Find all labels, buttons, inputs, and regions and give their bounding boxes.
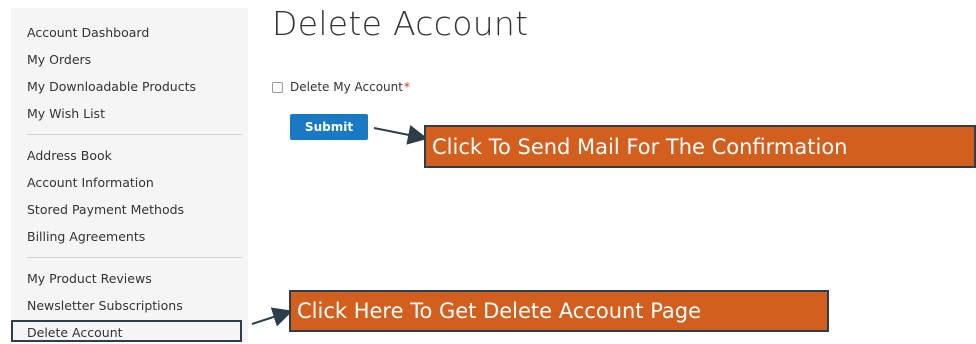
- submit-callout: Click To Send Mail For The Confirmation: [424, 125, 976, 168]
- sidebar-item-wish-list[interactable]: My Wish List: [27, 106, 105, 121]
- delete-account-checkbox-row[interactable]: Delete My Account*: [272, 80, 410, 94]
- sidebar-item-downloadable-products[interactable]: My Downloadable Products: [27, 79, 196, 94]
- delete-account-callout: Click Here To Get Delete Account Page: [289, 290, 829, 332]
- submit-button[interactable]: Submit: [290, 114, 368, 140]
- sidebar-item-address-book[interactable]: Address Book: [27, 148, 112, 163]
- sidebar-item-billing-agreements[interactable]: Billing Agreements: [27, 229, 145, 244]
- delete-account-arrow: [251, 307, 293, 327]
- sidebar-item-stored-payment-methods[interactable]: Stored Payment Methods: [27, 202, 184, 217]
- sidebar-divider: [27, 257, 242, 258]
- page-title: Delete Account: [272, 4, 529, 43]
- delete-account-checkbox[interactable]: [272, 81, 283, 93]
- sidebar-item-newsletter-subscriptions[interactable]: Newsletter Subscriptions: [27, 298, 183, 313]
- sidebar-item-delete-account[interactable]: Delete Account: [11, 320, 242, 342]
- sidebar-item-product-reviews[interactable]: My Product Reviews: [27, 271, 152, 286]
- delete-account-checkbox-label[interactable]: Delete My Account*: [290, 80, 410, 94]
- required-mark: *: [403, 80, 410, 94]
- sidebar-divider: [27, 134, 242, 135]
- account-sidebar: Account Dashboard My Orders My Downloada…: [11, 8, 248, 342]
- sidebar-item-my-orders[interactable]: My Orders: [27, 52, 91, 67]
- submit-arrow: [373, 125, 428, 145]
- sidebar-item-account-dashboard[interactable]: Account Dashboard: [27, 25, 149, 40]
- sidebar-item-account-information[interactable]: Account Information: [27, 175, 154, 190]
